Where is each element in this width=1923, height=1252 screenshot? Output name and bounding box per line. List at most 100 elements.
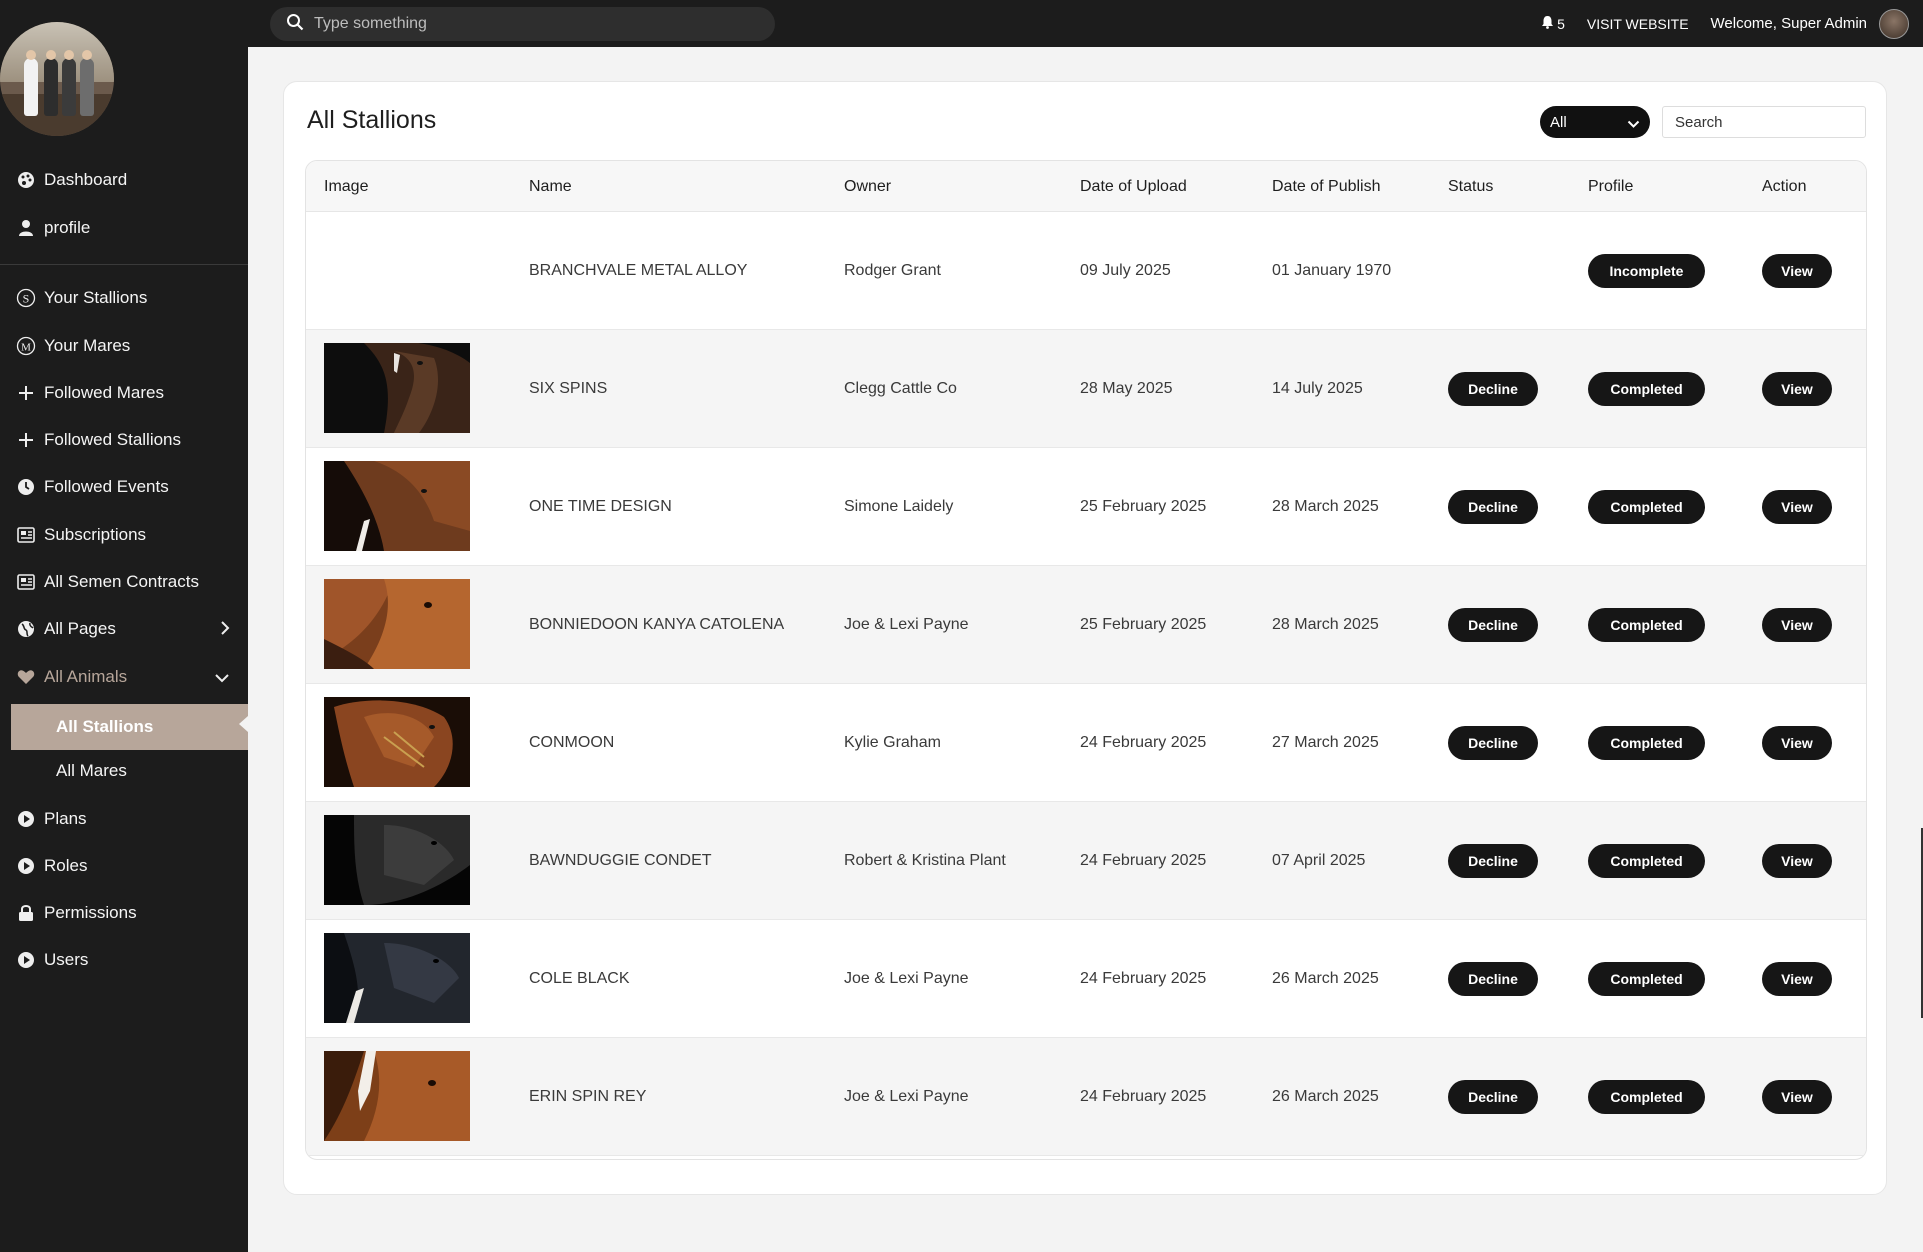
decline-button[interactable]: Decline [1448,608,1538,642]
sidebar-item-all-semen-contracts[interactable]: All Semen Contracts [0,562,248,602]
sidebar-item-users[interactable]: Users [0,940,248,980]
stallion-image [324,933,470,1023]
sidebar-item-roles[interactable]: Roles [0,846,248,886]
column-header-status: Status [1448,177,1494,195]
stallion-name: CONMOON [529,734,615,751]
sidebar-item-plans[interactable]: Plans [0,799,248,839]
stallion-name: ERIN SPIN REY [529,1088,647,1105]
upload-date: 09 July 2025 [1080,262,1171,279]
notifications-button[interactable]: 5 [1541,15,1565,32]
sidebar-item-all-mares[interactable]: All Mares [0,751,248,791]
user-icon [16,218,36,238]
sidebar-item-profile[interactable]: profile [0,208,248,248]
sidebar-item-label: All Animals [44,667,128,686]
sidebar-item-all-stallions[interactable]: All Stallions [11,704,248,750]
status-filter-select[interactable]: All [1540,106,1650,138]
stallion-image [324,1051,470,1141]
view-button[interactable]: View [1762,254,1832,288]
upload-date: 24 February 2025 [1080,970,1207,987]
plus-icon [16,383,36,403]
table-row: COLE BLACK Joe & Lexi Payne 24 February … [306,920,1866,1038]
sidebar-item-followed-events[interactable]: Followed Events [0,467,248,507]
sidebar-item-followed-stallions[interactable]: Followed Stallions [0,420,248,460]
stallion-image [324,343,470,433]
view-button[interactable]: View [1762,844,1832,878]
owner-name: Joe & Lexi Payne [844,1088,969,1105]
stallion-name: SIX SPINS [529,380,608,397]
filter-selected-value: All [1550,113,1567,131]
decline-button[interactable]: Decline [1448,490,1538,524]
sidebar-item-label: Followed Stallions [44,430,182,449]
publish-date: 01 January 1970 [1272,262,1392,279]
decline-button[interactable]: Decline [1448,844,1538,878]
profile-status-button[interactable]: Completed [1588,490,1705,524]
stallion-s-icon: S [16,288,36,308]
sidebar-item-label: All Stallions [56,717,154,736]
upload-date: 24 February 2025 [1080,852,1207,869]
owner-name: Clegg Cattle Co [844,380,957,397]
palette-icon [16,170,36,190]
upload-date: 25 February 2025 [1080,498,1207,515]
visit-website-link[interactable]: VISIT WEBSITE [1587,16,1689,32]
sidebar-item-all-animals[interactable]: All Animals [0,657,248,697]
view-button[interactable]: View [1762,608,1832,642]
publish-date: 28 March 2025 [1272,498,1379,515]
decline-button[interactable]: Decline [1448,372,1538,406]
view-button[interactable]: View [1762,372,1832,406]
view-button[interactable]: View [1762,490,1832,524]
sidebar-avatar[interactable] [0,22,114,136]
decline-button[interactable]: Decline [1448,1080,1538,1114]
user-avatar[interactable] [1879,8,1909,39]
publish-date: 26 March 2025 [1272,970,1379,987]
sidebar-item-subscriptions[interactable]: Subscriptions [0,515,248,555]
global-search-input[interactable] [314,15,754,33]
sidebar-item-followed-mares[interactable]: Followed Mares [0,373,248,413]
view-button[interactable]: View [1762,962,1832,996]
profile-status-button[interactable]: Completed [1588,844,1705,878]
column-header-action: Action [1762,177,1807,195]
sidebar-item-permissions[interactable]: Permissions [0,893,248,933]
table-header: Image Name Owner Date of Upload Date of … [306,161,1866,212]
plus-icon [16,430,36,450]
page-title: All Stallions [307,106,437,134]
sidebar: Dashboard profile S Your Stallions M You… [0,0,248,1252]
profile-status-button[interactable]: Completed [1588,608,1705,642]
owner-name: Joe & Lexi Payne [844,616,969,633]
sidebar-item-your-stallions[interactable]: S Your Stallions [0,278,248,318]
sidebar-item-all-pages[interactable]: All Pages [0,609,248,649]
top-search [270,7,775,41]
mare-m-icon: M [16,336,36,356]
profile-status-button[interactable]: Completed [1588,372,1705,406]
profile-status-button[interactable]: Completed [1588,962,1705,996]
publish-date: 28 March 2025 [1272,616,1379,633]
search-icon [286,13,304,36]
profile-status-button[interactable]: Completed [1588,1080,1705,1114]
column-header-publish-date: Date of Publish [1272,177,1381,195]
stallion-search-input[interactable] [1662,106,1866,138]
owner-name: Rodger Grant [844,262,941,279]
sidebar-item-label: Your Mares [44,336,131,355]
publish-date: 07 April 2025 [1272,852,1366,869]
profile-status-button[interactable]: Incomplete [1588,254,1705,288]
svg-text:S: S [23,292,30,306]
stallion-image [324,697,470,787]
sidebar-item-your-mares[interactable]: M Your Mares [0,326,248,366]
notification-count: 5 [1557,15,1565,32]
publish-date: 27 March 2025 [1272,734,1379,751]
upload-date: 28 May 2025 [1080,380,1173,397]
upload-date: 24 February 2025 [1080,1088,1207,1105]
table-row: CONMOON Kylie Graham 24 February 2025 27… [306,684,1866,802]
view-button[interactable]: View [1762,726,1832,760]
publish-date: 14 July 2025 [1272,380,1363,397]
sidebar-item-label: All Mares [56,761,127,780]
decline-button[interactable]: Decline [1448,962,1538,996]
stallions-card: All Stallions All Image Name Owner Date … [283,81,1887,1195]
stallion-name: BRANCHVALE METAL ALLOY [529,262,748,279]
profile-status-button[interactable]: Completed [1588,726,1705,760]
decline-button[interactable]: Decline [1448,726,1538,760]
sidebar-item-dashboard[interactable]: Dashboard [0,160,248,200]
view-button[interactable]: View [1762,1080,1832,1114]
column-header-name: Name [529,177,572,195]
newspaper-icon [16,572,36,592]
welcome-text: Welcome, Super Admin [1710,15,1867,32]
